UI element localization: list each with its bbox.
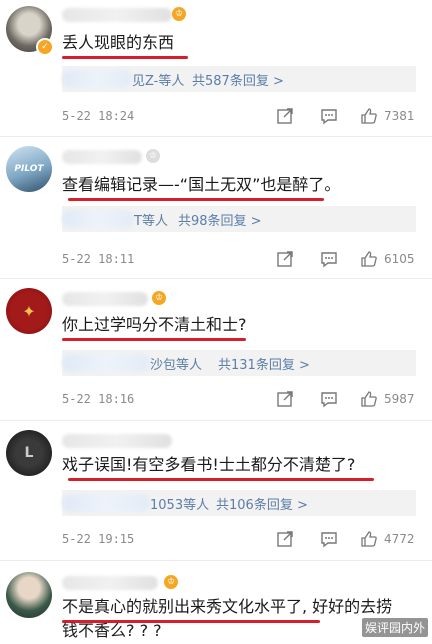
comment-2: PILOT ♔ 查看编辑记录—-“国土无双”也是醉了。 T等人 共98条回复 >… (0, 138, 432, 282)
comment-meta: 5-22 19:15 4772 (62, 530, 416, 550)
member-icon: ♔ (172, 7, 186, 21)
reply-count-link[interactable]: 共131条回复 > (218, 354, 310, 373)
reply-summary[interactable]: T等人 共98条回复 > (62, 206, 416, 232)
like-count: 4772 (384, 532, 415, 546)
comment-icon[interactable] (320, 107, 338, 125)
comment-text-line-1: 不是真心的就别出来秀文化水平了, 好好的去捞 (62, 597, 393, 616)
reply-count-link[interactable]: 共106条回复 > (216, 494, 308, 513)
replier-names: 见Z-等人 (132, 74, 185, 89)
comment-date: 5-22 18:16 (62, 392, 135, 406)
share-icon[interactable] (276, 107, 294, 125)
like-count: 6105 (384, 252, 415, 266)
comment-icon[interactable] (320, 530, 338, 548)
thumbs-up-icon[interactable] (360, 250, 378, 268)
comment-meta: 5-22 18:16 5987 (62, 390, 416, 410)
watermark: 娱评园内外 (361, 618, 428, 637)
member-icon: ♔ (152, 291, 166, 305)
divider (0, 420, 432, 421)
share-icon[interactable] (276, 250, 294, 268)
avatar[interactable] (6, 572, 52, 618)
replier-names: T等人 (134, 214, 168, 229)
comment-meta: 5-22 18:24 7381 (62, 107, 416, 127)
comment-text: 你上过学吗分不清土和士? (62, 315, 247, 334)
verified-badge-icon: ✓ (36, 38, 54, 56)
like-count: 5987 (384, 392, 415, 406)
comment-date: 5-22 18:24 (62, 109, 135, 123)
comment-icon[interactable] (320, 250, 338, 268)
reply-summary[interactable]: 沙包等人 共131条回复 > (62, 350, 416, 376)
avatar[interactable]: ✦ (6, 288, 52, 334)
comment-date: 5-22 19:15 (62, 532, 135, 546)
highlight-underline (62, 338, 246, 341)
thumbs-up-icon[interactable] (360, 530, 378, 548)
replier-names-blurred (62, 354, 150, 372)
username-blurred[interactable] (62, 150, 142, 164)
reply-summary[interactable]: 见Z-等人 共587条回复 > (62, 66, 416, 92)
replier-names-blurred (62, 70, 132, 88)
avatar[interactable]: L (6, 430, 52, 476)
member-icon: ♔ (146, 149, 160, 163)
username-blurred[interactable] (62, 8, 172, 22)
comment-text: 查看编辑记录—-“国土无双”也是醉了。 (62, 175, 341, 194)
username-blurred[interactable] (62, 576, 158, 590)
replier-names: 1053等人 (150, 498, 210, 513)
comment-date: 5-22 18:11 (62, 252, 135, 266)
comment-4: L 戏子误国!有空多看书!士土都分不清楚了? 1053等人 共106条回复 > … (0, 424, 432, 564)
comment-1: ✓ ♔ 丢人现眼的东西 见Z-等人 共587条回复 > 5-22 18:24 7… (0, 0, 432, 138)
highlight-underline (68, 198, 324, 201)
avatar[interactable]: PILOT (6, 146, 52, 192)
thumbs-up-icon[interactable] (360, 390, 378, 408)
reply-count-link[interactable]: 共98条回复 > (178, 210, 262, 229)
reply-count-link[interactable]: 共587条回复 > (192, 70, 284, 89)
highlight-underline (68, 478, 374, 481)
username-blurred[interactable] (62, 292, 148, 306)
comment-3: ✦ ♔ 你上过学吗分不清土和士? 沙包等人 共131条回复 > 5-22 18:… (0, 282, 432, 424)
comment-text: 丢人现眼的东西 (62, 33, 175, 52)
highlight-underline (62, 56, 188, 59)
comment-text: 戏子误国!有空多看书!士土都分不清楚了? (62, 455, 356, 474)
reply-summary[interactable]: 1053等人 共106条回复 > (62, 490, 416, 516)
share-icon[interactable] (276, 530, 294, 548)
divider (0, 278, 432, 279)
comment-icon[interactable] (320, 390, 338, 408)
replier-names-blurred (62, 494, 150, 512)
share-icon[interactable] (276, 390, 294, 408)
comment-meta: 5-22 18:11 6105 (62, 250, 416, 270)
thumbs-up-icon[interactable] (360, 107, 378, 125)
divider (0, 136, 432, 137)
member-icon: ♔ (164, 575, 178, 589)
comment-text-line-2: 钱不香么? ? ? (62, 621, 162, 640)
replier-names-blurred (62, 210, 134, 228)
divider (0, 560, 432, 561)
like-count: 7381 (384, 109, 415, 123)
username-blurred[interactable] (62, 434, 172, 448)
replier-names: 沙包等人 (150, 358, 203, 373)
